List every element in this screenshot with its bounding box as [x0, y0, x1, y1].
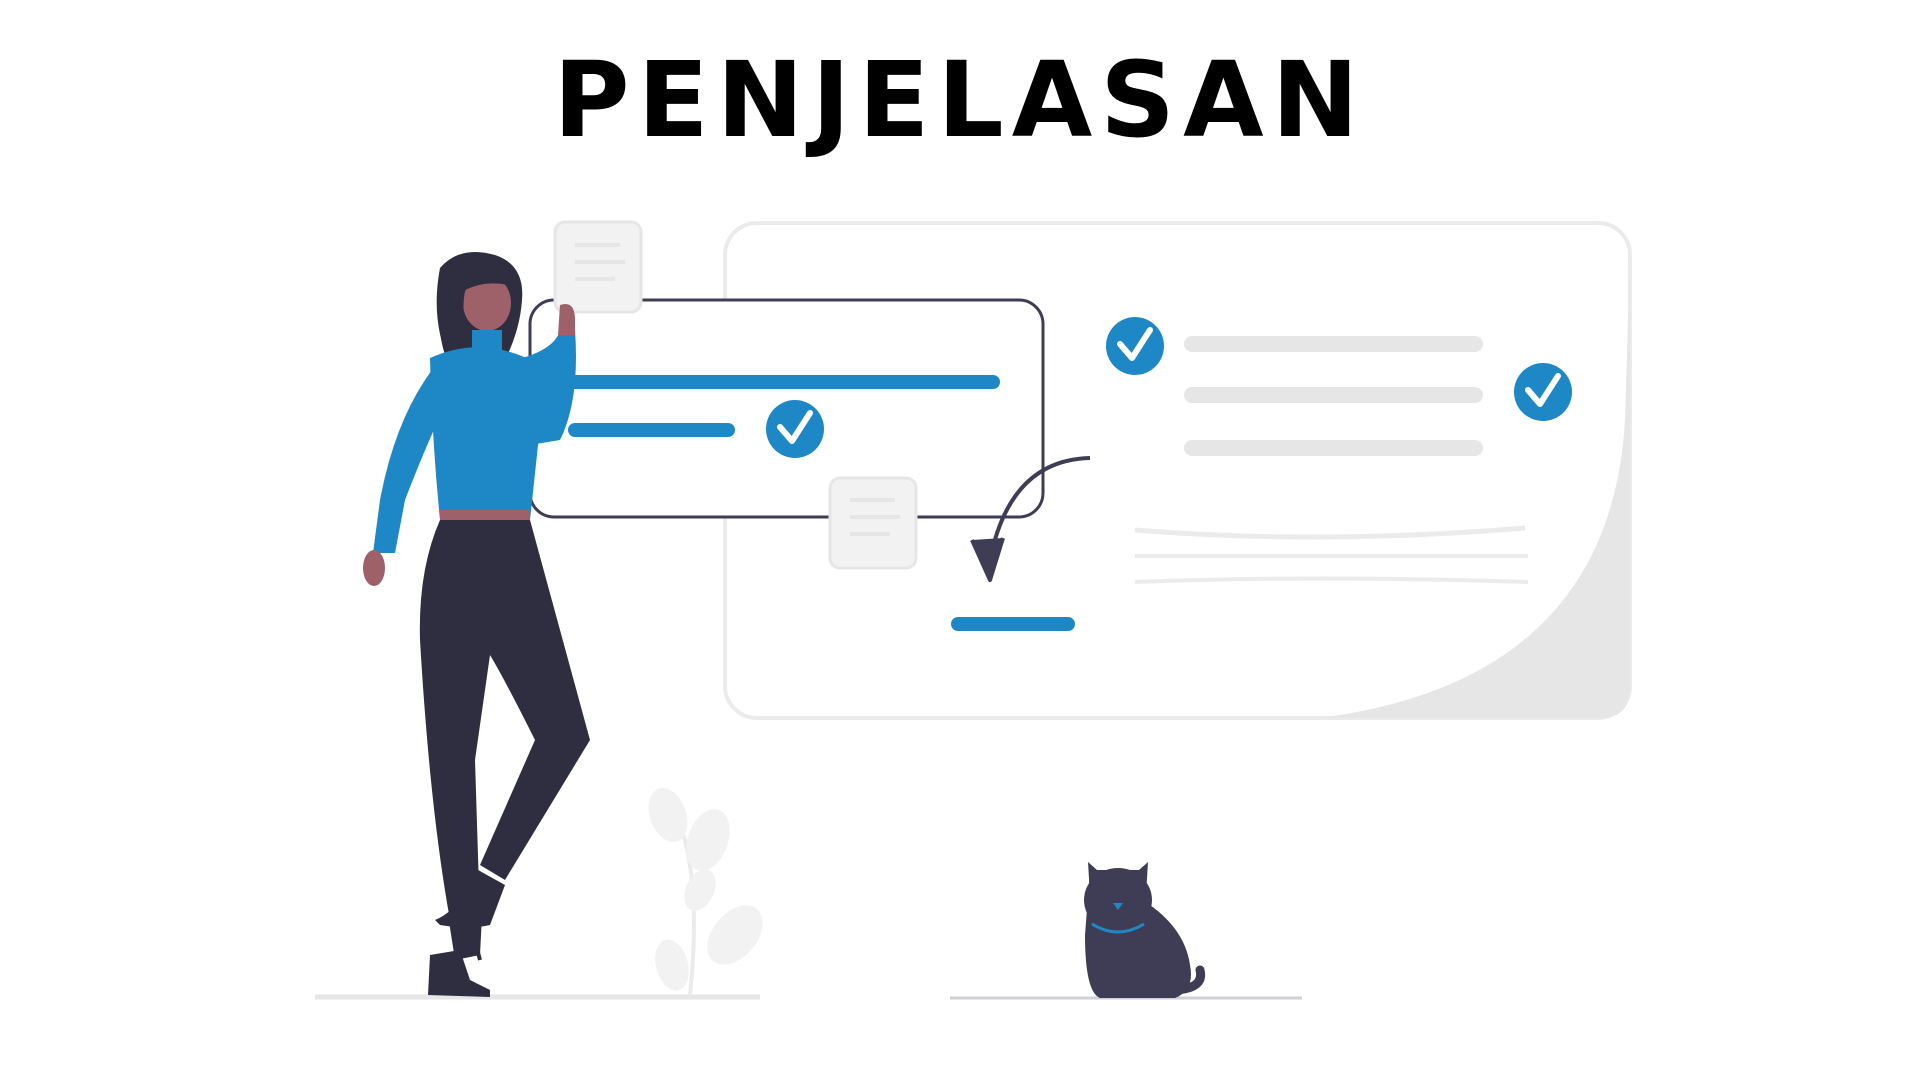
cat-illustration [1084, 862, 1206, 998]
plant-illustration [648, 787, 763, 996]
illustration [315, 220, 1632, 1000]
check-circle-icon [766, 400, 824, 458]
woman-illustration [363, 251, 590, 997]
document-icon [828, 476, 918, 570]
page: PENJELASAN [0, 0, 1920, 1080]
check-circle-icon [1106, 317, 1164, 375]
document-icon [553, 220, 643, 314]
check-circle-icon [1514, 363, 1572, 421]
